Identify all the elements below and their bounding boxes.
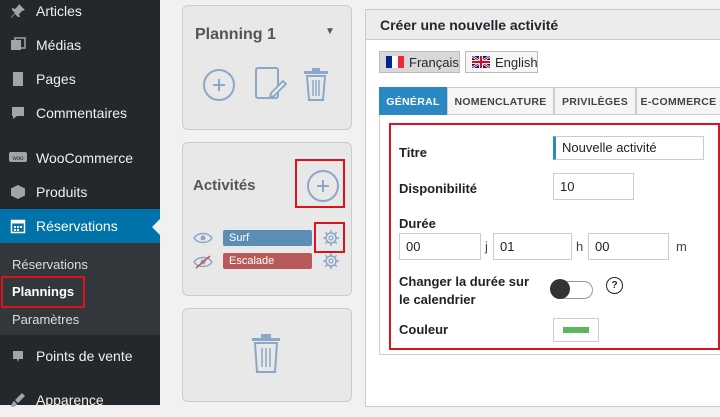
planning-title: Planning 1	[195, 26, 276, 43]
box-icon	[0, 184, 36, 200]
gear-highlight-box	[314, 222, 345, 253]
sidebar-item-label: Pages	[36, 71, 76, 87]
planning-panel: Planning 1 ▼	[182, 5, 352, 130]
uk-flag-icon	[471, 55, 491, 69]
eye-slash-icon[interactable]	[193, 255, 213, 272]
pages-icon	[0, 71, 36, 87]
plannings-highlight-box	[1, 276, 85, 308]
general-form-highlight-box	[389, 123, 720, 350]
woocommerce-icon: woo	[0, 151, 36, 165]
sidebar-item-label: Apparence	[36, 392, 104, 408]
brush-icon	[0, 392, 36, 408]
eye-icon[interactable]	[193, 232, 213, 247]
sidebar-item-medias[interactable]: Médias	[0, 28, 160, 62]
add-planning-icon[interactable]	[203, 69, 235, 101]
activities-title: Activités	[193, 177, 256, 194]
activity-tag-surf[interactable]: Surf	[223, 230, 312, 246]
activity-tag-label: Surf	[229, 232, 250, 244]
sidebar-item-label: Réservations	[36, 218, 118, 234]
sidebar-item-label: Commentaires	[36, 105, 128, 121]
language-label: English	[495, 54, 538, 70]
sidebar-item-reservations[interactable]: Réservations	[0, 209, 160, 243]
delete-planning-icon[interactable]	[302, 67, 330, 104]
active-menu-arrow	[152, 219, 160, 235]
admin-sidebar: Articles Médias Pages Commentaires woo W…	[0, 0, 160, 408]
gear-icon[interactable]	[322, 252, 340, 273]
tab-privileges[interactable]: PRIVILÈGES	[554, 87, 636, 115]
tab-general[interactable]: GÉNÉRAL	[379, 87, 447, 115]
language-label: Français	[409, 54, 459, 70]
activity-tag-escalade[interactable]: Escalade	[223, 253, 312, 269]
trash-icon[interactable]	[250, 333, 282, 376]
submenu-item-parametres[interactable]: Paramètres	[12, 312, 79, 327]
activity-tag-label: Escalade	[229, 255, 275, 267]
panel-title: Créer une nouvelle activité	[366, 10, 720, 40]
sidebar-item-label: Médias	[36, 37, 82, 53]
sidebar-item-woocommerce[interactable]: woo WooCommerce	[0, 141, 160, 175]
tab-ecommerce[interactable]: E-COMMERCE	[636, 87, 720, 115]
sidebar-item-label: Produits	[36, 184, 88, 200]
sidebar-item-commentaires[interactable]: Commentaires	[0, 96, 160, 130]
sidebar-item-label: WooCommerce	[36, 150, 133, 166]
comment-icon	[0, 105, 36, 121]
sidebar-item-articles[interactable]: Articles	[0, 0, 160, 28]
submenu-item-reservations[interactable]: Réservations	[12, 257, 88, 272]
sidebar-item-points-de-vente[interactable]: Points de vente	[0, 339, 160, 373]
french-flag-icon	[386, 56, 404, 68]
svg-text:woo: woo	[11, 156, 24, 162]
language-button-english[interactable]: English	[465, 51, 538, 73]
media-icon	[0, 37, 36, 53]
trash-panel	[182, 308, 352, 402]
sidebar-item-pages[interactable]: Pages	[0, 62, 160, 96]
planning-dropdown-toggle[interactable]: ▼	[325, 26, 335, 37]
edit-planning-icon[interactable]	[253, 66, 288, 105]
tab-nomenclature[interactable]: NOMENCLATURE	[447, 87, 554, 115]
sidebar-item-produits[interactable]: Produits	[0, 175, 160, 209]
calendar-icon	[0, 218, 36, 234]
sidebar-item-label: Articles	[36, 3, 82, 19]
sidebar-item-apparence[interactable]: Apparence	[0, 383, 160, 417]
location-icon	[0, 348, 36, 364]
sidebar-item-label: Points de vente	[36, 348, 133, 364]
language-button-french[interactable]: Français	[379, 51, 460, 73]
pin-icon	[0, 3, 36, 19]
add-activity-highlight-box	[295, 159, 345, 208]
